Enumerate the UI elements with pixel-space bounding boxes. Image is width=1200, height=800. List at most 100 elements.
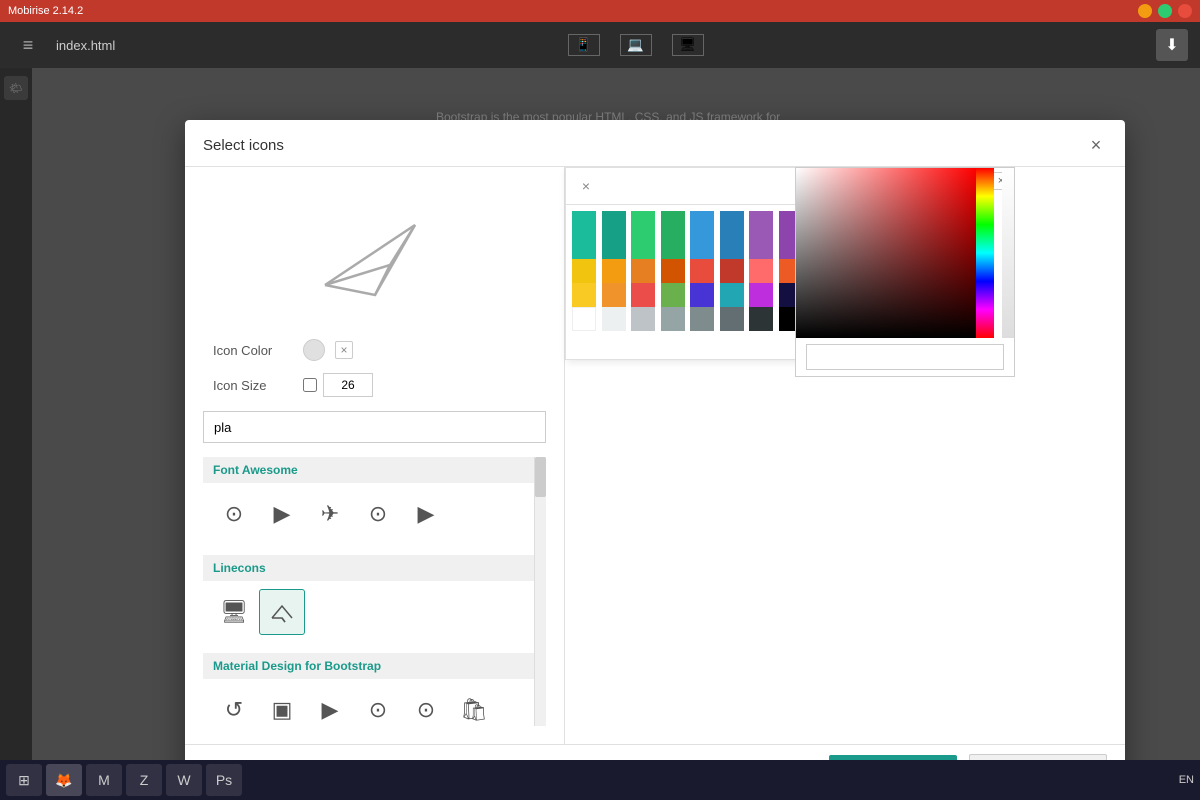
color-swatch[interactable] xyxy=(720,211,744,235)
icon-size-control: Icon Size xyxy=(213,373,536,397)
download-button[interactable]: ⬇ xyxy=(1156,29,1188,61)
controls-row: Icon Color × Icon Size xyxy=(203,339,546,397)
icon-cell[interactable]: ▶ xyxy=(259,491,305,537)
icon-cell[interactable]: ⊙ xyxy=(355,687,401,726)
browser-taskbar-item[interactable]: 🦊 xyxy=(46,764,82,796)
color-swatch[interactable] xyxy=(661,259,685,283)
color-swatch[interactable] xyxy=(631,211,655,235)
insert-icon-button[interactable]: INSERT ICON xyxy=(829,755,957,760)
advanced-color-picker: × xyxy=(795,167,1015,377)
font-awesome-icons: ⊙ ▶ ✈ ⊙ ▶ xyxy=(203,483,534,545)
icon-color-close-button[interactable]: × xyxy=(335,341,353,359)
mobirise-taskbar-item[interactable]: M xyxy=(86,764,122,796)
color-swatch[interactable] xyxy=(661,307,685,331)
start-button[interactable]: ⊞ xyxy=(6,764,42,796)
word-taskbar-item[interactable]: W xyxy=(166,764,202,796)
icon-cell[interactable]: 🛍 xyxy=(451,687,497,726)
size-checkbox[interactable] xyxy=(303,378,317,392)
icon-cell[interactable]: ▣ xyxy=(259,687,305,726)
color-swatch[interactable] xyxy=(602,211,626,235)
color-swatch[interactable] xyxy=(661,283,685,307)
hamburger-icon[interactable]: ≡ xyxy=(23,35,34,56)
select-icons-dialog: Select icons × Icon C xyxy=(185,120,1125,760)
icon-cell[interactable]: ⊙ xyxy=(403,687,449,726)
icon-cell[interactable]: ↺ xyxy=(211,687,257,726)
color-swatch[interactable] xyxy=(572,307,596,331)
color-swatch[interactable] xyxy=(690,259,714,283)
mobile-view-button[interactable]: 📱 xyxy=(568,34,600,56)
color-swatch[interactable] xyxy=(572,211,596,235)
tablet-view-button[interactable]: 💻 xyxy=(620,34,652,56)
paper-plane-preview xyxy=(315,205,435,305)
linecons-icons: 🖥 xyxy=(203,581,534,643)
dialog-title: Select icons xyxy=(203,137,284,154)
color-swatch[interactable] xyxy=(749,259,773,283)
color-swatch[interactable] xyxy=(690,307,714,331)
maximize-button[interactable] xyxy=(1158,4,1172,18)
color-swatch[interactable] xyxy=(602,307,626,331)
icon-preview-area xyxy=(203,185,546,325)
color-swatch[interactable] xyxy=(720,259,744,283)
close-window-button[interactable] xyxy=(1178,4,1192,18)
color-gradient-canvas[interactable] xyxy=(796,168,1014,338)
linecons-section: Linecons 🖥 xyxy=(203,555,534,643)
font-awesome-header: Font Awesome xyxy=(203,457,534,483)
icon-cell[interactable]: ⊙ xyxy=(355,491,401,537)
minimize-button[interactable] xyxy=(1138,4,1152,18)
color-swatch[interactable] xyxy=(720,307,744,331)
color-swatch[interactable] xyxy=(572,235,596,259)
color-swatch[interactable] xyxy=(661,235,685,259)
color-swatch[interactable] xyxy=(749,211,773,235)
color-hex-input[interactable] xyxy=(806,344,1004,370)
color-swatch[interactable] xyxy=(631,259,655,283)
header-right: ⬇ xyxy=(1156,29,1188,61)
window-controls xyxy=(1138,4,1192,18)
color-swatch[interactable] xyxy=(690,211,714,235)
linecons-header: Linecons xyxy=(203,555,534,581)
icon-cell[interactable]: ▶ xyxy=(307,687,353,726)
icon-cell[interactable]: ▶ xyxy=(403,491,449,537)
color-swatch[interactable] xyxy=(631,307,655,331)
dialog-body: Icon Color × Icon Size xyxy=(185,167,1125,744)
icon-cell[interactable]: ⊙ xyxy=(211,491,257,537)
color-panel-close-button[interactable]: × xyxy=(576,176,596,196)
ps-taskbar-item[interactable]: Ps xyxy=(206,764,242,796)
color-swatch[interactable] xyxy=(602,283,626,307)
icon-cell[interactable]: 🖥 xyxy=(211,589,257,635)
color-swatch[interactable] xyxy=(631,235,655,259)
color-swatch[interactable] xyxy=(572,259,596,283)
color-swatch[interactable] xyxy=(572,283,596,307)
icon-color-control: Icon Color × xyxy=(213,339,536,361)
color-swatch[interactable] xyxy=(602,235,626,259)
color-swatch[interactable] xyxy=(631,283,655,307)
icon-cell[interactable]: ✈ xyxy=(307,491,353,537)
color-swatch[interactable] xyxy=(690,235,714,259)
filezilla-taskbar-item[interactable]: Z xyxy=(126,764,162,796)
size-input[interactable] xyxy=(323,373,373,397)
view-controls: 📱 💻 🖥 xyxy=(127,34,1144,56)
right-panel: × xyxy=(565,167,1125,744)
left-panel: Icon Color × Icon Size xyxy=(185,167,565,744)
color-swatch[interactable] xyxy=(749,235,773,259)
color-swatch[interactable] xyxy=(661,211,685,235)
icon-cell-selected[interactable] xyxy=(259,589,305,635)
color-swatch[interactable] xyxy=(749,307,773,331)
desktop-view-button[interactable]: 🖥 xyxy=(672,34,704,56)
icon-color-label: Icon Color xyxy=(213,343,293,358)
color-swatch[interactable] xyxy=(690,283,714,307)
color-swatch[interactable] xyxy=(749,283,773,307)
dialog-close-button[interactable]: × xyxy=(1085,134,1107,156)
taskbar-bottom: ⊞ 🦊 M Z W Ps EN xyxy=(0,760,1200,800)
color-swatch[interactable] xyxy=(602,259,626,283)
color-swatch[interactable] xyxy=(720,283,744,307)
remove-icon-button[interactable]: REMOVE ICON xyxy=(969,754,1107,760)
scroll-bar[interactable] xyxy=(534,457,546,726)
icons-list-area: Font Awesome ⊙ ▶ ✈ ⊙ ▶ Linecons xyxy=(203,457,546,726)
search-input[interactable] xyxy=(203,411,546,443)
file-title: index.html xyxy=(56,38,115,53)
icon-color-swatch[interactable] xyxy=(303,339,325,361)
material-design-header: Material Design for Bootstrap xyxy=(203,653,534,679)
color-swatch[interactable] xyxy=(720,235,744,259)
icons-scroll: Font Awesome ⊙ ▶ ✈ ⊙ ▶ Linecons xyxy=(203,457,534,726)
main-content: 🌤 Bootstrap is the most popular HTML, CS… xyxy=(0,68,1200,760)
